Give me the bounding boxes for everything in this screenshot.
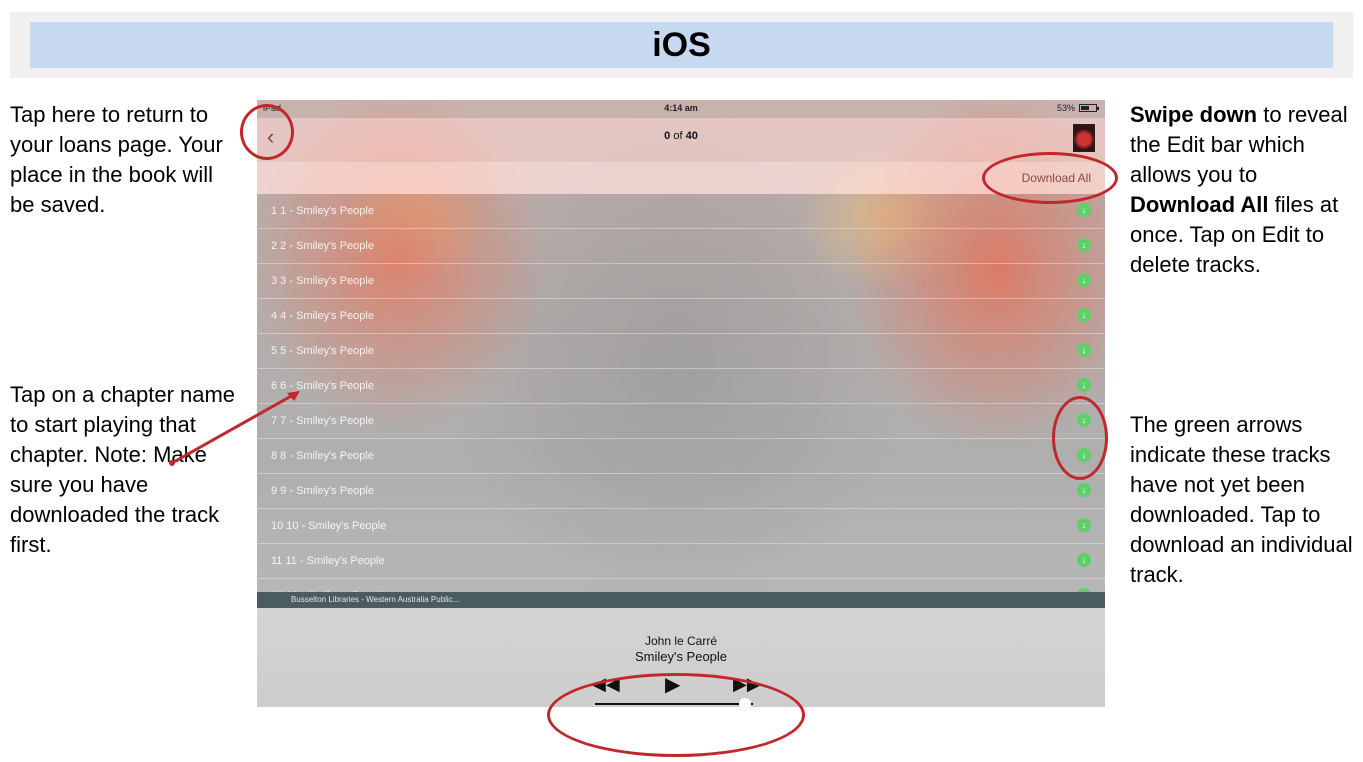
track-label: 5 5 - Smiley's People (271, 345, 374, 357)
annotation-circle-download-all (982, 152, 1118, 204)
track-label: 11 11 - Smiley's People (271, 555, 385, 567)
track-label: 4 4 - Smiley's People (271, 310, 374, 322)
track-row[interactable]: 6 6 - Smiley's People ↓ (257, 369, 1105, 404)
track-label: 1 1 - Smiley's People (271, 205, 374, 217)
counter-separator: of (670, 130, 686, 142)
battery-percent: 53% (1056, 103, 1075, 113)
annotation-circle-playback-controls (547, 673, 805, 757)
track-label: 6 6 - Smiley's People (271, 380, 374, 392)
track-row[interactable]: 7 7 - Smiley's People ↓ (257, 404, 1105, 439)
track-row[interactable]: 10 10 - Smiley's People ↓ (257, 509, 1105, 544)
track-row[interactable]: 2 2 - Smiley's People ↓ (257, 229, 1105, 264)
track-label: 7 7 - Smiley's People (271, 415, 374, 427)
counter-total: 40 (685, 130, 698, 142)
track-row[interactable]: 4 4 - Smiley's People ↓ (257, 299, 1105, 334)
swipe-note-bold2: Download All (1130, 192, 1269, 217)
nav-bar: ‹ 0 of 40 (257, 118, 1105, 162)
track-counter: 0 of 40 (257, 130, 1105, 142)
download-arrow-icon[interactable]: ↓ (1077, 308, 1091, 322)
library-name: Busselton Libraries - Western Australia … (291, 595, 460, 604)
track-label: 2 2 - Smiley's People (271, 240, 374, 252)
author-name: John le Carré (644, 634, 718, 648)
track-row[interactable]: 5 5 - Smiley's People ↓ (257, 334, 1105, 369)
download-arrow-icon[interactable]: ↓ (1077, 553, 1091, 567)
download-arrow-icon[interactable]: ↓ (1077, 378, 1091, 392)
track-label: 3 3 - Smiley's People (271, 275, 374, 287)
chapter-note: Tap on a chapter name to start playing t… (10, 382, 236, 557)
ipad-screen: iPad 4:14 am 53% ‹ 0 of 40 Download All … (257, 100, 1105, 707)
track-row[interactable]: 1 1 - Smiley's People ↓ (257, 194, 1105, 229)
track-row[interactable]: 8 8 - Smiley's People ↓ (257, 439, 1105, 474)
track-row[interactable]: 3 3 - Smiley's People ↓ (257, 264, 1105, 299)
download-arrow-icon[interactable]: ↓ (1077, 273, 1091, 287)
track-row[interactable]: 9 9 - Smiley's People ↓ (257, 474, 1105, 509)
annotation-circle-download-arrows (1052, 396, 1108, 480)
track-list: 1 1 - Smiley's People ↓ 2 2 - Smiley's Peo… (257, 194, 1105, 592)
download-arrow-icon[interactable]: ↓ (1077, 343, 1091, 357)
download-arrow-icon[interactable]: ↓ (1077, 483, 1091, 497)
status-bar: iPad 4:14 am 53% (257, 100, 1105, 118)
track-label: 8 8 - Smiley's People (271, 450, 374, 462)
back-note: Tap here to return to your loans page. Y… (10, 102, 223, 217)
cover-thumbnail[interactable] (1073, 124, 1095, 152)
download-arrow-icon[interactable]: ↓ (1077, 238, 1091, 252)
library-footer: Busselton Libraries - Western Australia … (257, 592, 1105, 608)
edit-bar: Download All (257, 162, 1105, 194)
battery-icon (1079, 104, 1099, 112)
status-time: 4:14 am (664, 103, 698, 113)
track-row[interactable]: 11 11 - Smiley's People ↓ (257, 544, 1105, 579)
battery-status: 53% (1056, 103, 1099, 113)
track-label: 9 9 - Smiley's People (271, 485, 374, 497)
swipe-note-bold1: Swipe down (1130, 102, 1258, 127)
header-band: iOS (10, 12, 1353, 78)
download-arrow-icon[interactable]: ↓ (1077, 203, 1091, 217)
track-row[interactable]: 12 12 - Smiley's People↓ (257, 579, 1105, 592)
annotation-circle-back (240, 104, 294, 160)
page-title: iOS (652, 25, 711, 64)
header-title-box: iOS (30, 22, 1333, 68)
download-arrow-icon[interactable]: ↓ (1077, 518, 1091, 532)
swipe-note: Swipe down to reveal the Edit bar which … (1130, 100, 1360, 280)
arrows-note: The green arrows indicate these tracks h… (1130, 412, 1353, 587)
book-title: Smiley's People (634, 649, 728, 664)
track-label: 10 10 - Smiley's People (271, 520, 387, 532)
